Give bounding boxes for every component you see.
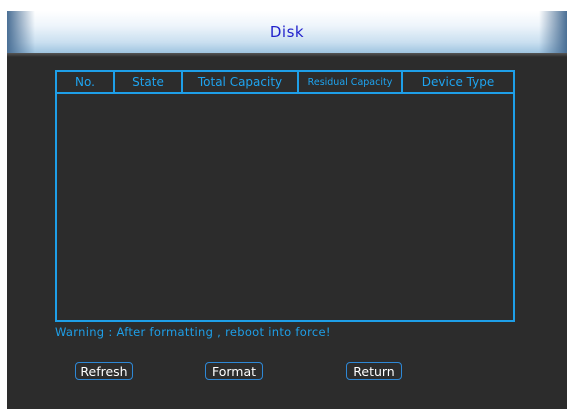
- disk-table: No. State Total Capacity Residual Capaci…: [55, 70, 515, 322]
- return-button[interactable]: Return: [346, 362, 402, 380]
- table-header: No. State Total Capacity Residual Capaci…: [57, 72, 513, 94]
- column-header-total-capacity: Total Capacity: [183, 72, 299, 92]
- format-warning: Warning : After formatting , reboot into…: [55, 325, 331, 339]
- column-header-device-type: Device Type: [421, 75, 495, 89]
- refresh-button[interactable]: Refresh: [75, 362, 133, 380]
- column-header-no: No.: [57, 72, 115, 92]
- disk-dialog: Disk No. State Total Capacity Residual C…: [7, 11, 567, 409]
- column-header-residual-capacity: Residual Capacity: [299, 72, 403, 92]
- title-bar-shadow: [7, 53, 567, 57]
- format-button[interactable]: Format: [205, 362, 263, 380]
- column-header-state: State: [115, 72, 183, 92]
- title-bar: Disk: [7, 11, 567, 53]
- window-title: Disk: [269, 23, 305, 41]
- title-bar-right-shade: [539, 11, 567, 53]
- title-bar-left-shade: [7, 11, 35, 53]
